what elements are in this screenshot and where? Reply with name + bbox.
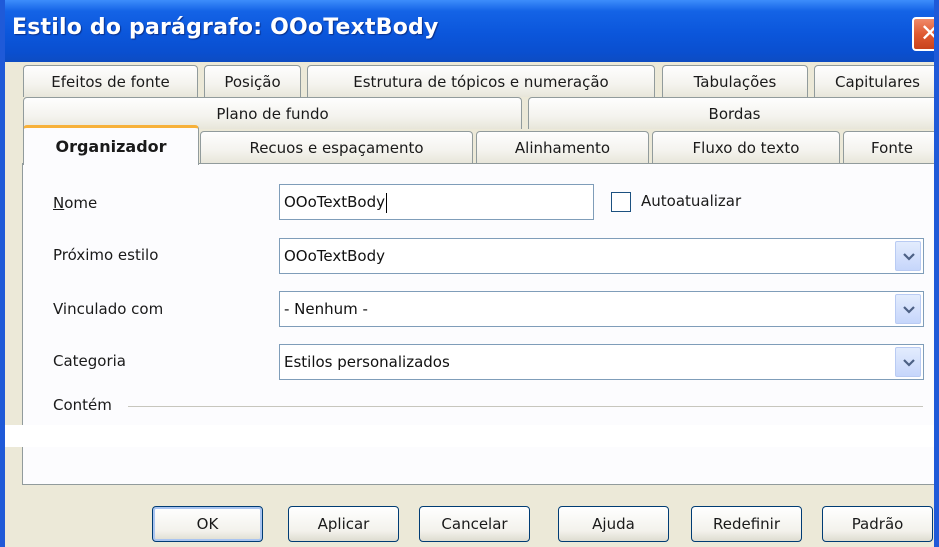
next-style-select[interactable]: OOoTextBody [279, 238, 924, 274]
contains-separator [128, 406, 923, 407]
tab-organizador[interactable]: Organizador [23, 125, 199, 165]
tab-capitulares[interactable]: Capitulares [814, 65, 934, 97]
linked-with-dropdown-button[interactable] [895, 294, 921, 324]
reset-button[interactable]: Redefinir [691, 506, 802, 542]
linked-with-select[interactable]: - Nenhum - [279, 291, 924, 327]
category-select[interactable]: Estilos personalizados [279, 344, 924, 380]
name-input-value: OOoTextBody [284, 193, 385, 211]
title-bar[interactable]: Estilo do parágrafo: OOoTextBody [5, 0, 934, 62]
contains-label: Contém [53, 396, 112, 414]
apply-button[interactable]: Aplicar [288, 506, 399, 542]
category-label: Categoria [53, 352, 127, 370]
next-style-value: OOoTextBody [284, 247, 385, 265]
window-title: Estilo do parágrafo: OOoTextBody [12, 15, 439, 40]
chevron-down-icon [903, 306, 915, 314]
tab-recuos-e-espacamento[interactable]: Recuos e espaçamento [200, 131, 473, 163]
chevron-down-icon [903, 359, 915, 367]
close-icon: ✕ [919, 19, 939, 47]
text-caret [386, 192, 387, 213]
name-label-rest: ome [64, 194, 98, 212]
standard-button[interactable]: Padrão [822, 506, 933, 542]
cancel-button[interactable]: Cancelar [419, 506, 530, 542]
linked-with-value: - Nenhum - [284, 300, 368, 318]
tab-fluxo-do-texto[interactable]: Fluxo do texto [652, 131, 840, 163]
name-label: Nome [53, 194, 98, 212]
tab-estrutura-de-topicos[interactable]: Estrutura de tópicos e numeração [307, 65, 655, 97]
next-style-dropdown-button[interactable] [895, 241, 921, 271]
tab-bordas[interactable]: Bordas [528, 97, 934, 129]
tab-fonte[interactable]: Fonte [843, 131, 934, 163]
tab-efeitos-de-fonte[interactable]: Efeitos de fonte [23, 65, 198, 97]
dialog-window: Estilo do parágrafo: OOoTextBody ✕ Efeit… [0, 0, 939, 547]
linked-with-label: Vinculado com [53, 300, 164, 318]
category-value: Estilos personalizados [284, 353, 450, 371]
close-button[interactable]: ✕ [912, 17, 939, 51]
tab-tabulacoes[interactable]: Tabulações [662, 65, 808, 97]
category-dropdown-button[interactable] [895, 347, 921, 377]
redaction-band [5, 425, 934, 447]
chevron-down-icon [903, 253, 915, 261]
autoupdate-label[interactable]: Autoatualizar [641, 192, 741, 210]
next-style-label: Próximo estilo [53, 246, 159, 264]
ok-button[interactable]: OK [152, 506, 263, 542]
tab-alinhamento[interactable]: Alinhamento [476, 131, 649, 163]
tab-posicao[interactable]: Posição [204, 65, 301, 97]
autoupdate-checkbox[interactable] [611, 192, 631, 212]
name-input[interactable]: OOoTextBody [279, 184, 594, 220]
help-button[interactable]: Ajuda [558, 506, 669, 542]
